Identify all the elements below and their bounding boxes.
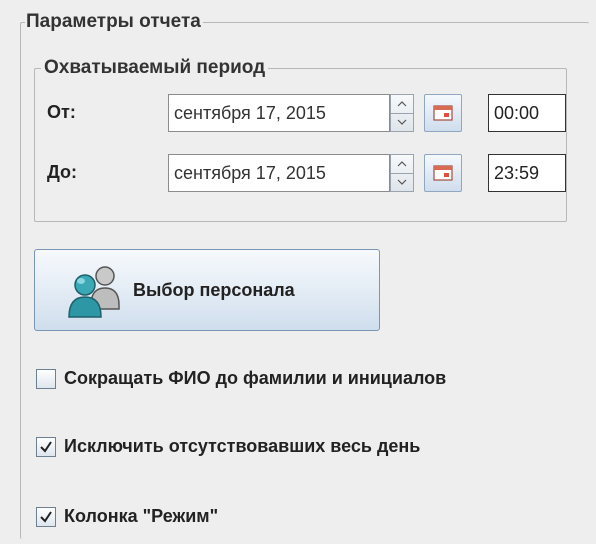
to-date-down-button[interactable] xyxy=(391,173,413,191)
checkmark-icon xyxy=(40,510,52,523)
chevron-down-icon xyxy=(397,179,407,185)
report-parameters-panel: Параметры отчета Охватываемый период От:… xyxy=(0,0,596,544)
mode-column-label: Колонка "Режим" xyxy=(64,506,219,526)
select-staff-button[interactable]: Выбор персонала xyxy=(34,249,380,331)
checkmark-icon xyxy=(40,440,52,453)
from-date-up-button[interactable] xyxy=(391,95,413,114)
exclude-absent-checkbox[interactable] xyxy=(36,436,56,457)
from-time-field[interactable]: 00:00 xyxy=(488,94,566,132)
calendar-icon xyxy=(433,165,453,181)
select-staff-label: Выбор персонала xyxy=(133,279,295,300)
abbreviate-names-label: Сокращать ФИО до фамилии и инициалов xyxy=(64,368,447,388)
from-calendar-button[interactable] xyxy=(424,94,462,132)
period-group: Охватываемый период xyxy=(34,58,567,222)
from-label: От: xyxy=(47,102,76,122)
from-date-field[interactable]: сентября 17, 2015 xyxy=(168,94,390,132)
exclude-absent-label: Исключить отсутствовавших весь день xyxy=(64,436,421,456)
abbreviate-names-checkbox[interactable] xyxy=(36,368,56,389)
to-date-spinner xyxy=(390,154,414,192)
abbreviate-names-option[interactable]: Сокращать ФИО до фамилии и инициалов xyxy=(36,368,446,389)
users-icon xyxy=(68,266,120,318)
chevron-down-icon xyxy=(397,119,407,125)
exclude-absent-option[interactable]: Исключить отсутствовавших весь день xyxy=(36,436,420,457)
period-title: Охватываемый период xyxy=(44,57,266,78)
to-date-up-button[interactable] xyxy=(391,155,413,174)
chevron-up-icon xyxy=(397,101,407,107)
report-parameters-title: Параметры отчета xyxy=(26,11,201,32)
to-calendar-button[interactable] xyxy=(424,154,462,192)
to-time-field[interactable]: 23:59 xyxy=(488,154,566,192)
chevron-up-icon xyxy=(397,161,407,167)
calendar-icon xyxy=(433,105,453,121)
mode-column-checkbox[interactable] xyxy=(36,506,56,527)
to-date-field[interactable]: сентября 17, 2015 xyxy=(168,154,390,192)
mode-column-option[interactable]: Колонка "Режим" xyxy=(36,506,218,527)
from-date-down-button[interactable] xyxy=(391,113,413,131)
to-label: До: xyxy=(47,162,78,182)
from-date-spinner xyxy=(390,94,414,132)
